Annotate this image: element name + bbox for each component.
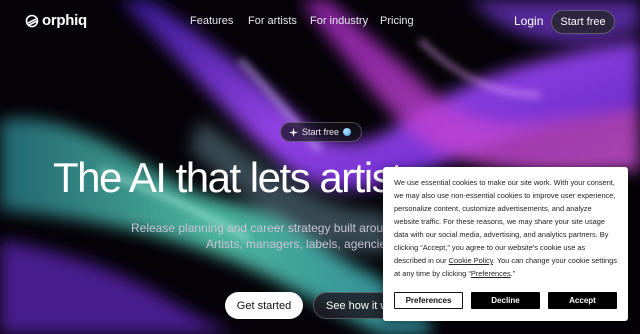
nav-link-pricing[interactable]: Pricing bbox=[380, 15, 414, 27]
brand-logo[interactable]: orphiq bbox=[25, 12, 87, 29]
nav-link-for-artists[interactable]: For artists bbox=[248, 15, 297, 27]
accept-button[interactable]: Accept bbox=[548, 292, 617, 309]
preferences-button[interactable]: Preferences bbox=[394, 292, 463, 309]
nav-link-for-industry[interactable]: For industry bbox=[310, 15, 368, 27]
cookie-consent-banner: We use essential cookies to make our sit… bbox=[383, 167, 628, 321]
orb-icon bbox=[343, 128, 352, 136]
start-free-button[interactable]: Start free bbox=[551, 10, 615, 34]
start-free-pill[interactable]: Start free bbox=[280, 122, 363, 142]
decline-button[interactable]: Decline bbox=[471, 292, 540, 309]
cookie-button-row: Preferences Decline Accept bbox=[394, 292, 617, 309]
sparkle-icon bbox=[289, 127, 298, 137]
cookie-policy-link[interactable]: Cookie Policy bbox=[449, 256, 493, 265]
cookie-consent-text: We use essential cookies to make our sit… bbox=[394, 176, 618, 280]
hero-headline: The AI that lets artist bbox=[53, 154, 403, 201]
hero-subtitle-line1: Release planning and career strategy bui… bbox=[131, 221, 404, 235]
brand-name: orphiq bbox=[42, 12, 87, 29]
login-link[interactable]: Login bbox=[514, 14, 543, 28]
preferences-link[interactable]: Preferences bbox=[471, 269, 511, 278]
orphiq-logo-icon bbox=[25, 14, 39, 27]
hero-subtitle-line2: Artists, managers, labels, agencies, bbox=[206, 237, 396, 251]
top-nav: orphiq Features For artists For industry… bbox=[0, 0, 640, 44]
get-started-button[interactable]: Get started bbox=[225, 292, 303, 319]
pill-label: Start free bbox=[302, 127, 340, 137]
nav-link-features[interactable]: Features bbox=[190, 15, 233, 27]
cookie-text-part1: We use essential cookies to make our sit… bbox=[394, 178, 616, 265]
cookie-text-part3: .” bbox=[510, 269, 516, 278]
